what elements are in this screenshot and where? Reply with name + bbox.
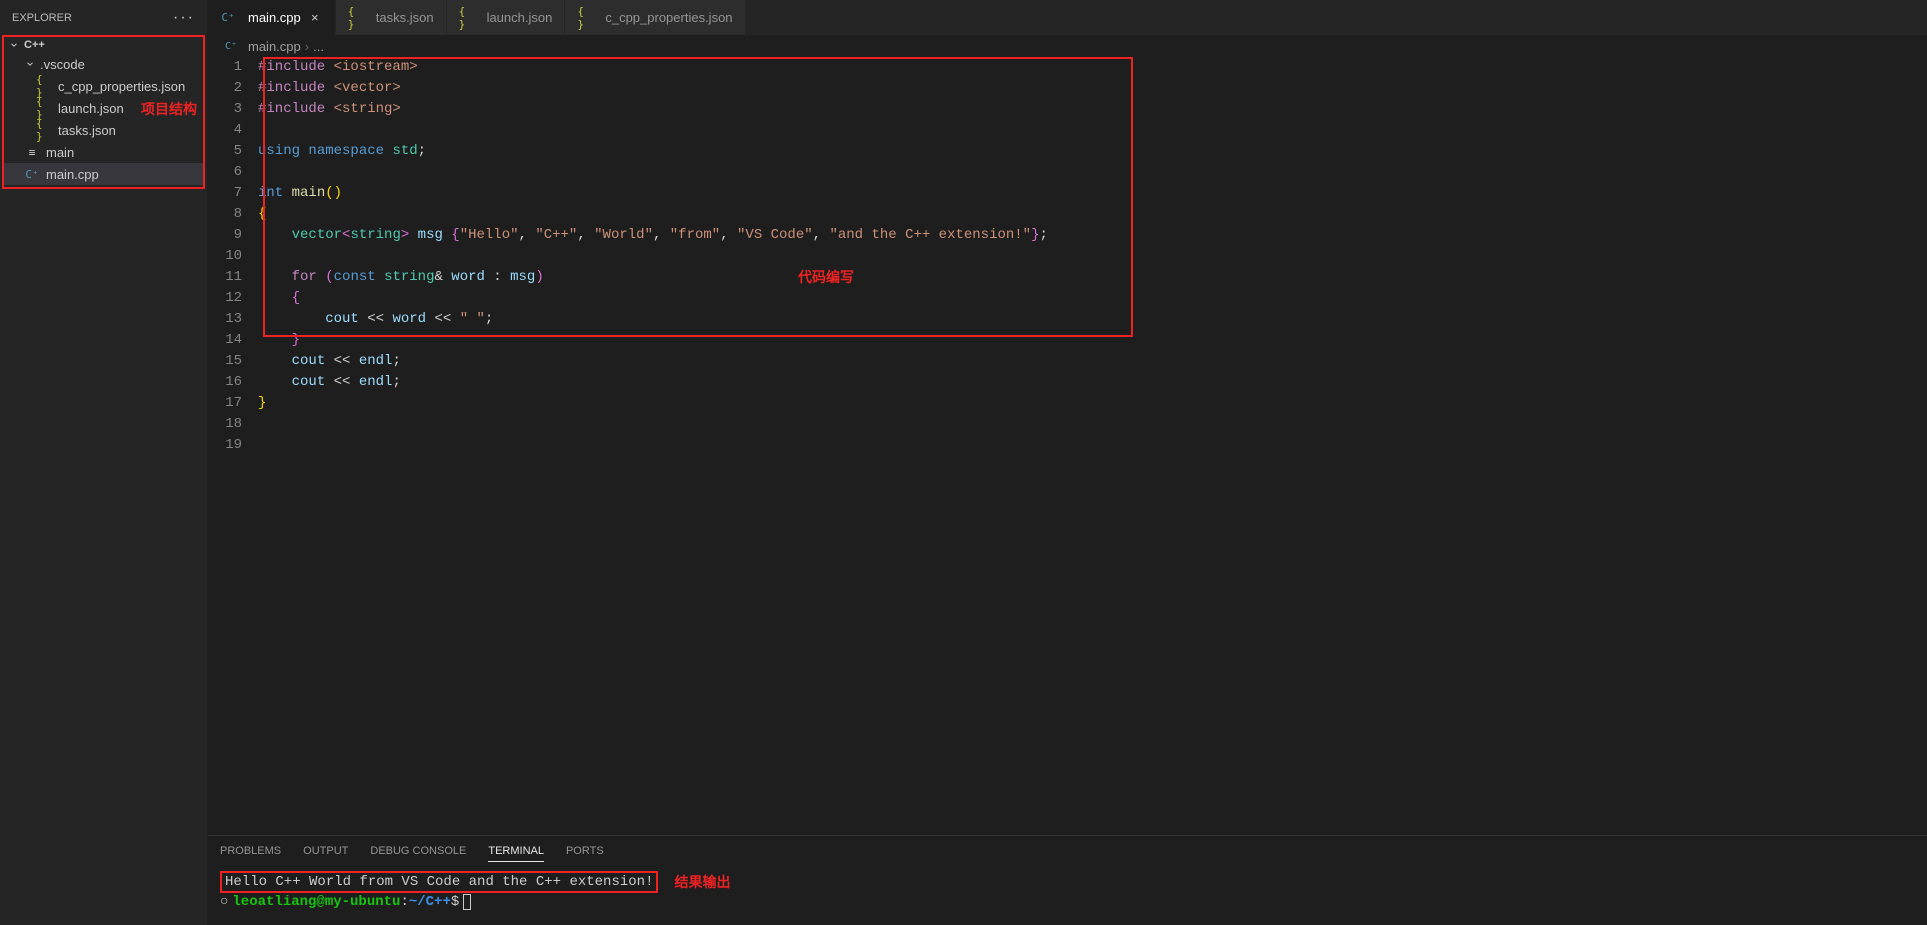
tree-item-label: launch.json [58, 101, 124, 116]
code-line[interactable]: } [258, 393, 1927, 414]
tab-c-cpp-properties-json[interactable]: { } c_cpp_properties.json [565, 0, 745, 35]
tab-tasks-json[interactable]: { } tasks.json [336, 0, 447, 35]
tree-root-label: C++ [24, 39, 45, 51]
code-line[interactable]: } [258, 330, 1927, 351]
terminal-output: Hello C++ World from VS Code and the C++… [220, 871, 658, 893]
code-line[interactable] [258, 435, 1927, 456]
terminal-prompt-line: ○ leoatliang@my-ubuntu : ~/C++ $ [220, 892, 1915, 912]
explorer-title: EXPLORER [12, 12, 72, 24]
prompt-user: leoatliang@my-ubuntu [232, 894, 400, 910]
panel-tab-output[interactable]: OUTPUT [303, 841, 348, 861]
tab-main-cpp[interactable]: C⁺ main.cpp × [208, 0, 336, 35]
breadcrumb-more: ... [313, 39, 324, 54]
cpp-icon: C⁺ [24, 166, 40, 182]
main-area: C⁺ main.cpp × { } tasks.json { } launch.… [208, 0, 1927, 925]
tab-label: c_cpp_properties.json [605, 10, 732, 25]
breadcrumb-file: main.cpp [248, 39, 301, 54]
prompt-end: $ [451, 894, 459, 910]
panel-tab-debug-console[interactable]: DEBUG CONSOLE [370, 841, 466, 861]
panel-tab-problems[interactable]: PROBLEMS [220, 841, 281, 861]
code-line[interactable]: { [258, 204, 1927, 225]
code-line[interactable]: { [258, 288, 1927, 309]
cpp-icon: C⁺ [224, 39, 238, 53]
code-line[interactable] [258, 246, 1927, 267]
tree-folder-vscode[interactable]: .vscode [4, 53, 203, 75]
code-line[interactable]: cout << endl; [258, 351, 1927, 372]
tree-item-label: main [46, 145, 74, 160]
tab-launch-json[interactable]: { } launch.json [447, 0, 566, 35]
tree-file-tasks-json[interactable]: { } tasks.json [4, 119, 203, 141]
code-line[interactable] [258, 120, 1927, 141]
more-icon[interactable]: ··· [173, 9, 195, 27]
chevron-down-icon [8, 39, 20, 51]
line-number-gutter: 12345678910111213141516171819 [208, 57, 258, 456]
cpp-icon: C⁺ [220, 10, 236, 26]
tab-label: tasks.json [376, 10, 434, 25]
code-line[interactable] [258, 414, 1927, 435]
prompt-path: ~/C++ [409, 894, 451, 910]
tree-file-main[interactable]: ≡ main [4, 141, 203, 163]
explorer-header: EXPLORER ··· [0, 0, 207, 35]
binary-icon: ≡ [24, 144, 40, 160]
tab-bar: C⁺ main.cpp × { } tasks.json { } launch.… [208, 0, 1927, 35]
code-content[interactable]: #include <iostream>#include <vector>#inc… [258, 57, 1927, 456]
tree-file-main-cpp[interactable]: C⁺ main.cpp [4, 163, 203, 185]
code-line[interactable]: vector<string> msg {"Hello", "C++", "Wor… [258, 225, 1927, 246]
cursor-icon [463, 894, 471, 910]
terminal[interactable]: Hello C++ World from VS Code and the C++… [208, 866, 1927, 925]
chevron-right-icon: › [305, 39, 309, 54]
bottom-panel: PROBLEMS OUTPUT DEBUG CONSOLE TERMINAL PORTS… [208, 835, 1927, 925]
panel-tab-ports[interactable]: PORTS [566, 841, 604, 861]
tree-file-launch-json[interactable]: { } launch.json [4, 97, 203, 119]
close-icon[interactable]: × [307, 10, 323, 25]
editor[interactable]: 12345678910111213141516171819 #include <… [208, 57, 1927, 835]
json-icon: { } [577, 10, 593, 26]
json-icon: { } [348, 10, 364, 26]
code-line[interactable] [258, 162, 1927, 183]
breadcrumb[interactable]: C⁺ main.cpp › ... [208, 35, 1927, 57]
json-icon: { } [36, 100, 52, 116]
prompt-sep: : [400, 894, 408, 910]
tree-item-label: .vscode [40, 57, 85, 72]
json-icon: { } [459, 10, 475, 26]
tree-item-label: c_cpp_properties.json [58, 79, 185, 94]
code-line[interactable]: int main() [258, 183, 1927, 204]
json-icon: { } [36, 122, 52, 138]
prompt-bullet: ○ [220, 894, 228, 910]
code-line[interactable]: using namespace std; [258, 141, 1927, 162]
tree-root[interactable]: C++ [4, 37, 203, 53]
json-icon: { } [36, 78, 52, 94]
code-line[interactable]: cout << endl; [258, 372, 1927, 393]
annotation-output: 结果输出 [674, 872, 730, 892]
tree-item-label: tasks.json [58, 123, 116, 138]
code-line[interactable]: #include <vector> [258, 78, 1927, 99]
tab-label: launch.json [487, 10, 553, 25]
panel-tabs: PROBLEMS OUTPUT DEBUG CONSOLE TERMINAL PORTS [208, 836, 1927, 866]
code-line[interactable]: for (const string& word : msg) [258, 267, 1927, 288]
code-line[interactable]: #include <iostream> [258, 57, 1927, 78]
sidebar: EXPLORER ··· C++ .vscode { } c_cpp_prope… [0, 0, 208, 925]
tree-item-label: main.cpp [46, 167, 99, 182]
file-tree: C++ .vscode { } c_cpp_properties.json { … [2, 35, 205, 189]
panel-tab-terminal[interactable]: TERMINAL [488, 841, 544, 862]
chevron-down-icon [24, 58, 36, 70]
code-line[interactable]: cout << word << " "; [258, 309, 1927, 330]
code-line[interactable]: #include <string> [258, 99, 1927, 120]
tree-file-c-cpp-properties[interactable]: { } c_cpp_properties.json [4, 75, 203, 97]
tab-label: main.cpp [248, 10, 301, 25]
